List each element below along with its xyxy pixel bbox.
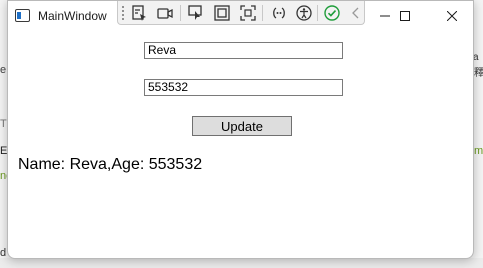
video-record-icon[interactable] [156,4,174,22]
select-element-icon[interactable] [130,4,148,22]
backdrop-editor-strip [0,258,483,268]
xaml-debug-toolbar [117,1,365,25]
toolbar-grip-icon[interactable] [121,5,125,20]
update-button[interactable]: Update [192,116,292,136]
age-textbox[interactable]: 553532 [144,79,343,96]
name-textbox[interactable]: Reva [144,42,343,59]
backdrop-fragment: me [474,145,483,157]
binding-failures-icon[interactable] [270,4,288,22]
window-title: MainWindow [38,9,107,23]
cursor-select-icon[interactable] [187,4,205,22]
close-icon [447,11,457,21]
title-bar[interactable]: MainWindow [8,1,473,31]
backdrop-fragment: e [0,64,7,76]
maximize-button[interactable] [382,1,428,31]
toolbar-separator [262,5,263,21]
backdrop-fragment: T [0,118,7,130]
result-label: Name: Reva,Age: 553532 [18,156,203,173]
app-window-icon [15,9,30,22]
track-focus-icon[interactable] [239,4,257,22]
main-window: MainWindow Reva 553532 Update Name: Reva… [7,0,474,259]
accessibility-icon[interactable] [295,4,313,22]
display-layout-adorners-icon[interactable] [213,4,231,22]
toolbar-separator [180,5,181,21]
hot-reload-check-icon[interactable] [323,4,341,22]
toolbar-separator [317,5,318,21]
backdrop-fragment: 釋 [474,68,483,79]
maximize-icon [400,11,410,21]
close-button[interactable] [429,1,473,31]
